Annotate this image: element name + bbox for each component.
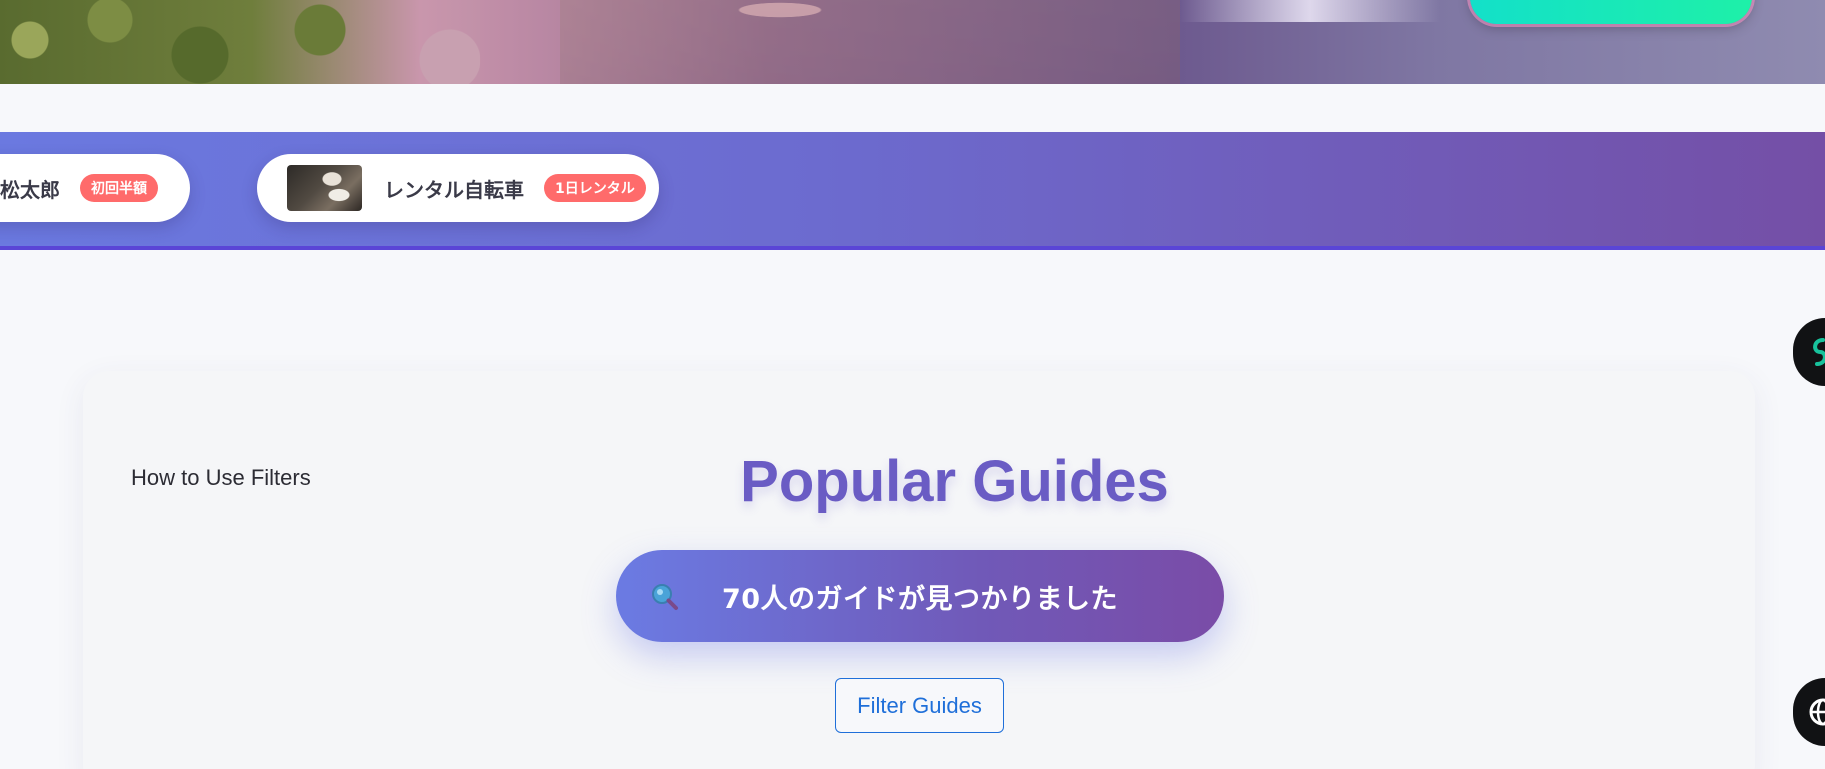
page-title: Popular Guides	[740, 449, 1169, 514]
promo-name: レンタル自転車	[384, 177, 524, 202]
promo-name: 松太郎	[0, 177, 60, 202]
promo-card[interactable]: レンタル自転車 1日レンタル	[257, 154, 659, 222]
search-icon	[652, 584, 678, 610]
link-icon	[1813, 338, 1825, 366]
hero-banner	[0, 0, 1825, 84]
globe-widget-button[interactable]	[1793, 678, 1825, 746]
filter-guides-button[interactable]: Filter Guides	[835, 678, 1004, 733]
link-widget-button[interactable]	[1793, 318, 1825, 386]
bicycle-photo	[287, 165, 362, 211]
hero-vegetation	[0, 0, 560, 84]
promo-card[interactable]: 松太郎 初回半額	[0, 154, 190, 222]
promo-badge: 初回半額	[80, 174, 158, 202]
results-count-banner: 70人のガイドが見つかりました	[616, 550, 1224, 642]
globe-icon	[1809, 698, 1825, 726]
hero-light-reflection	[1180, 0, 1440, 22]
results-count-text: 70人のガイドが見つかりました	[721, 583, 1119, 615]
promo-badge: 1日レンタル	[544, 174, 646, 202]
promo-carousel: 松太郎 初回半額 レンタル自転車 1日レンタル	[0, 132, 1825, 250]
hero-cta-button[interactable]	[1470, 0, 1752, 24]
hero-rocks	[480, 0, 1200, 84]
